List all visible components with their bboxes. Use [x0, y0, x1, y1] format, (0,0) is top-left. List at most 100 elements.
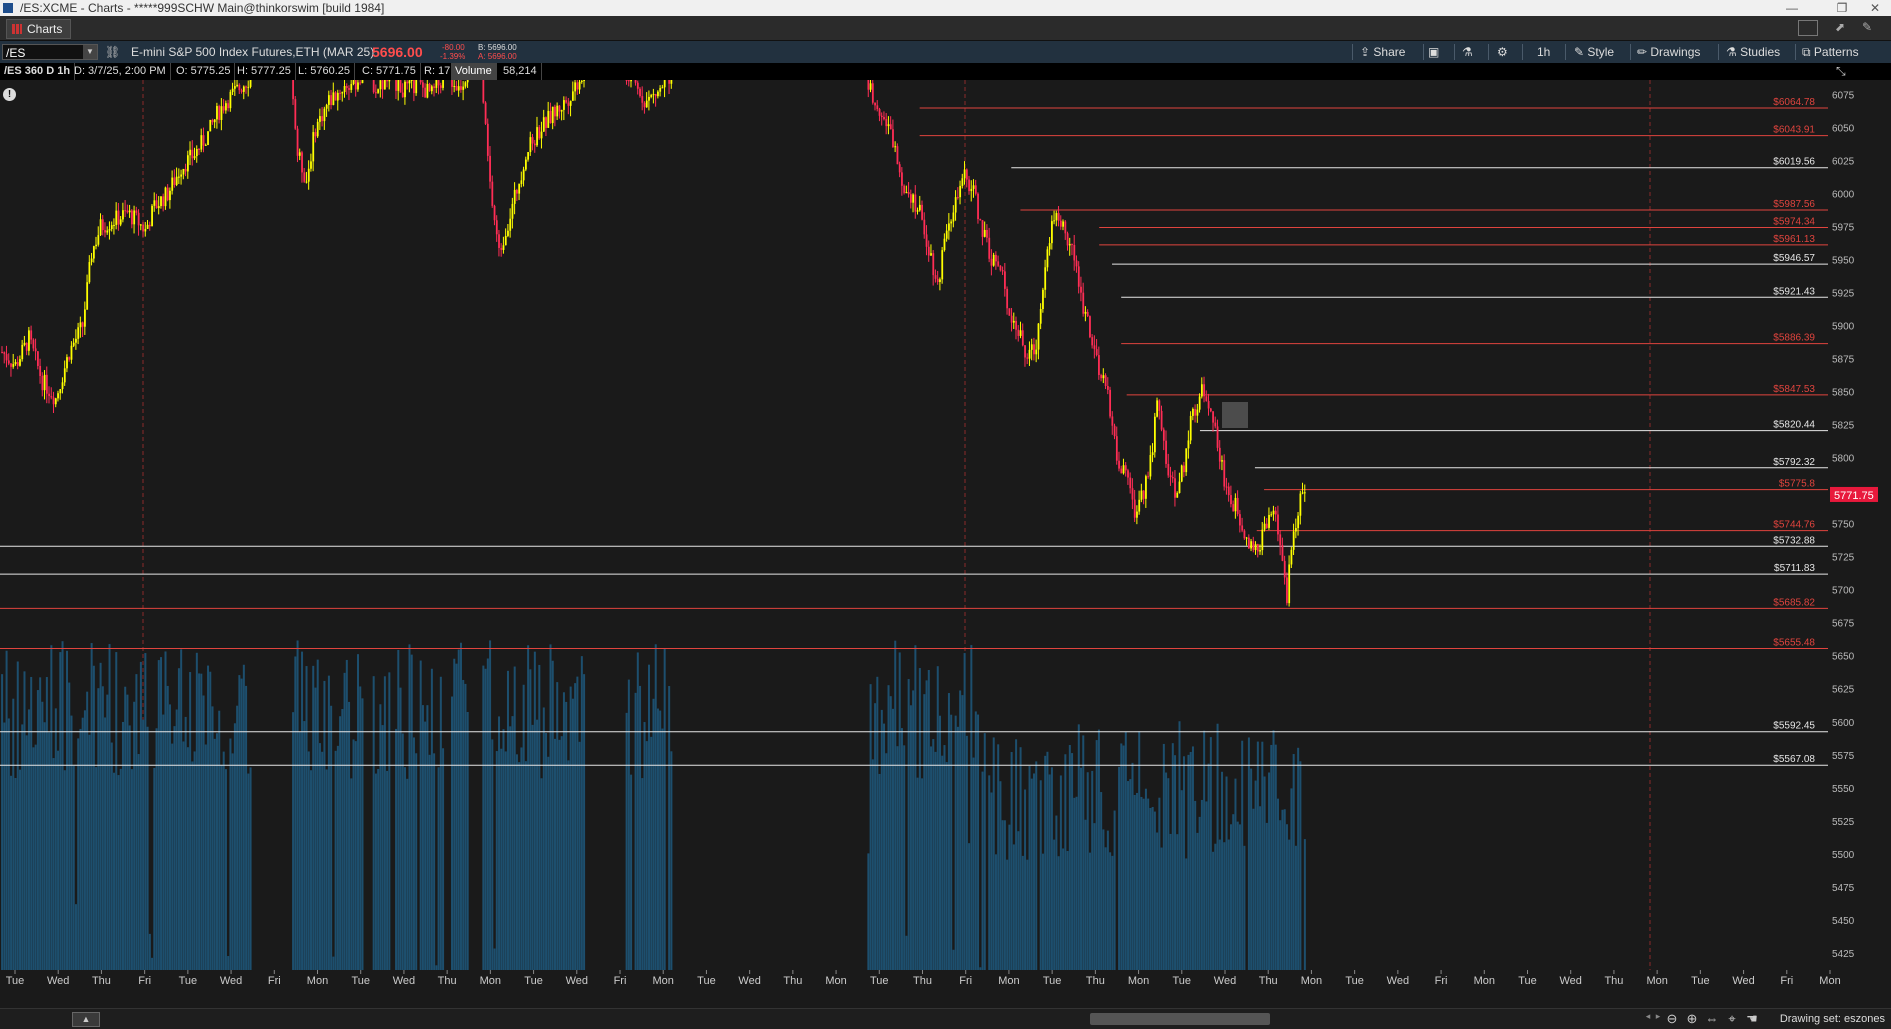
timeframe-button[interactable]: 1h — [1537, 41, 1550, 63]
pin-icon[interactable]: ✎ — [1862, 16, 1872, 38]
volume-bar — [1122, 745, 1125, 970]
maximize-button[interactable]: ❐ — [1832, 0, 1852, 16]
link-icon[interactable]: ⛓ — [105, 41, 120, 63]
symbol-input[interactable]: /ES ▼ — [2, 44, 98, 60]
candle-body — [880, 115, 883, 118]
minimize-button[interactable]: — — [1782, 0, 1802, 16]
x-axis-tick-label: Thu — [783, 975, 802, 987]
candle-body — [455, 85, 458, 91]
volume-bar — [1176, 834, 1179, 970]
candle-body — [430, 86, 433, 92]
candle-body — [482, 80, 485, 103]
candle-body — [90, 258, 93, 263]
candle-body — [1127, 470, 1129, 478]
horizontal-scrollbar[interactable] — [1090, 1013, 1270, 1025]
candle-body — [1133, 499, 1136, 518]
candle-body — [1051, 221, 1053, 244]
x-axis-tick-label: Tue — [524, 975, 543, 987]
zone-price-label: $5820.44 — [1773, 420, 1815, 431]
volume-bar — [889, 696, 892, 970]
pan-arrows-icon[interactable]: ⇔ — [1704, 1011, 1720, 1026]
patterns-label: Patterns — [1813, 45, 1859, 59]
candle-body — [1118, 460, 1120, 469]
drawings-button[interactable]: ✏ Drawings — [1637, 41, 1700, 63]
volume-bar — [1247, 737, 1250, 970]
zone-price-label: $5592.45 — [1773, 721, 1815, 732]
alert-info-icon[interactable]: ! — [3, 88, 16, 101]
candle-body — [95, 244, 98, 247]
candle-body — [934, 275, 937, 279]
volume-bar — [947, 693, 950, 970]
volume-bar — [558, 739, 561, 970]
candle-body — [343, 86, 346, 92]
zoom-in-icon[interactable]: ⊕ — [1684, 1011, 1700, 1027]
volume-bar — [92, 665, 95, 970]
candle-body — [1131, 488, 1134, 500]
y-axis-tick-label: 5575 — [1832, 751, 1855, 762]
volume-bar — [921, 778, 924, 970]
candle-body — [1062, 221, 1065, 227]
crosshair-icon[interactable]: ⌖ — [1724, 1011, 1740, 1027]
volume-bar — [506, 670, 509, 970]
candle-body — [57, 393, 59, 399]
x-axis-tick-label: Wed — [220, 975, 242, 987]
candle-body — [992, 254, 995, 266]
zoom-out-icon[interactable]: ⊖ — [1664, 1011, 1680, 1027]
candle-body — [1068, 244, 1071, 246]
beaker-icon[interactable]: ⚗ — [1462, 41, 1473, 63]
x-axis-tick-label: Tue — [1043, 975, 1062, 987]
patterns-button[interactable]: ⧉ Patterns — [1802, 41, 1859, 63]
candle-body — [386, 80, 389, 82]
studies-button[interactable]: ⚗ Studies — [1726, 41, 1780, 63]
settings-gear-icon[interactable]: ⚙ — [1497, 41, 1508, 63]
candle-body — [918, 204, 921, 211]
candle-body — [901, 172, 903, 186]
y-axis-tick-label: 5600 — [1832, 718, 1855, 729]
volume-bar — [133, 701, 136, 970]
candle-body — [571, 91, 574, 101]
candle-body — [1100, 374, 1103, 379]
price-chart[interactable]: $6064.78 $6043.91 $6019.56 $5987.56 $5974.34… — [0, 80, 1891, 988]
volume-bar — [466, 711, 469, 970]
chevron-down-icon[interactable]: ▼ — [83, 45, 97, 59]
candle-body — [122, 210, 124, 220]
candle-body — [486, 123, 489, 156]
volume-bar — [1095, 740, 1098, 970]
candle-body — [442, 80, 444, 88]
candle-body — [1165, 440, 1167, 464]
share-button[interactable]: ⇪ Share — [1360, 41, 1405, 63]
volume-bar — [213, 738, 216, 970]
volume-bar — [869, 684, 872, 970]
collapse-panel-icon[interactable]: ▲ — [72, 1012, 100, 1027]
expand-arrows-icon[interactable]: ⤡ — [1836, 60, 1846, 82]
candle-body — [21, 344, 24, 360]
candle-body — [426, 83, 429, 98]
candle-body — [518, 184, 521, 194]
hand-cursor-icon[interactable]: ☚ — [1744, 1011, 1760, 1027]
volume-bar — [909, 705, 912, 970]
flexible-grid-icon[interactable]: ▣ — [1428, 41, 1439, 63]
volume-bar — [1294, 845, 1297, 970]
volume-bar — [663, 648, 666, 970]
volume-bar — [511, 716, 514, 970]
volume-bar — [142, 719, 145, 970]
volume-bar — [108, 644, 111, 970]
layout-icon[interactable] — [1798, 20, 1818, 36]
candle-body — [227, 103, 230, 109]
detach-icon[interactable]: ⬈ — [1835, 16, 1845, 38]
zone-price-label: $5775.8 — [1779, 479, 1816, 490]
volume-bar — [654, 644, 657, 970]
candle-body — [907, 192, 910, 195]
chart-canvas[interactable]: $6064.78 $6043.91 $6019.56 $5987.56 $5974.34… — [0, 80, 1891, 988]
candle-body — [513, 189, 516, 204]
x-axis-tick-label: Fri — [1780, 975, 1793, 987]
close-button[interactable]: ✕ — [1865, 0, 1885, 16]
style-button[interactable]: ✎ Style — [1574, 41, 1614, 63]
candle-body — [72, 342, 75, 346]
volume-bar — [560, 736, 563, 970]
candle-body — [211, 119, 214, 123]
volume-bar — [1185, 858, 1188, 970]
tab-charts[interactable]: Charts — [6, 19, 72, 39]
volume-bar — [63, 770, 66, 970]
candle-body — [1203, 384, 1206, 397]
